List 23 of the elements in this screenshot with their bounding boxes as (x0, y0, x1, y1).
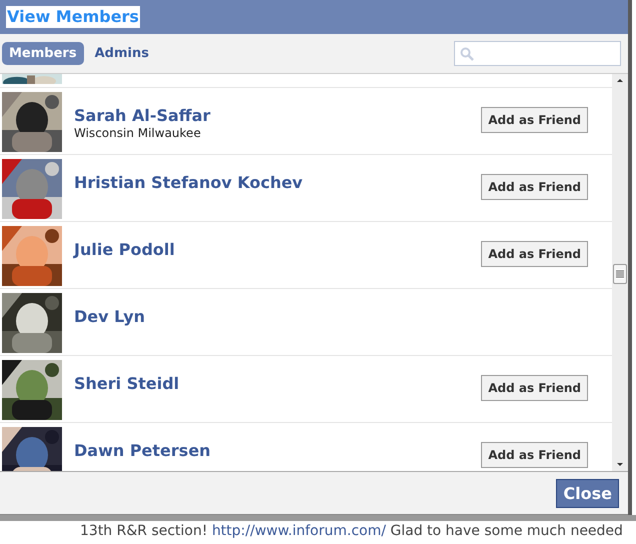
scroll-thumb[interactable] (613, 264, 627, 284)
add-friend-button[interactable]: Add as Friend (481, 375, 588, 401)
tab[interactable]: Members (2, 42, 84, 65)
dialog-title: View Members (6, 6, 140, 28)
add-friend-button[interactable]: Add as Friend (481, 174, 588, 200)
search-icon (460, 46, 474, 60)
member-name[interactable]: Hristian Stefanov Kochev (74, 173, 303, 192)
search-field[interactable] (454, 41, 621, 66)
page-text: 13th R&R section! http://www.inforum.com/ Glad to have some much needed (79, 522, 624, 541)
member-name[interactable]: Julie Podoll (74, 240, 175, 259)
member-name[interactable]: Sheri Steidl (74, 374, 180, 393)
member-name[interactable]: Sarah Al-Saffar (74, 106, 210, 125)
add-friend-button[interactable]: Add as Friend (481, 442, 588, 468)
member-name[interactable]: Dawn Petersen (74, 441, 211, 460)
add-friend-button[interactable]: Add as Friend (481, 241, 588, 267)
tab[interactable]: Admins (88, 42, 156, 65)
close-button[interactable]: Close (556, 478, 619, 508)
scrollbar[interactable] (612, 74, 628, 471)
grip-icon (616, 270, 624, 278)
member-network: Wisconsin Milwaukee (74, 126, 202, 140)
link[interactable]: http://www.inforum.com/ (212, 523, 386, 539)
add-friend-button[interactable]: Add as Friend (481, 107, 588, 133)
member-name[interactable]: Dev Lyn (74, 307, 146, 326)
